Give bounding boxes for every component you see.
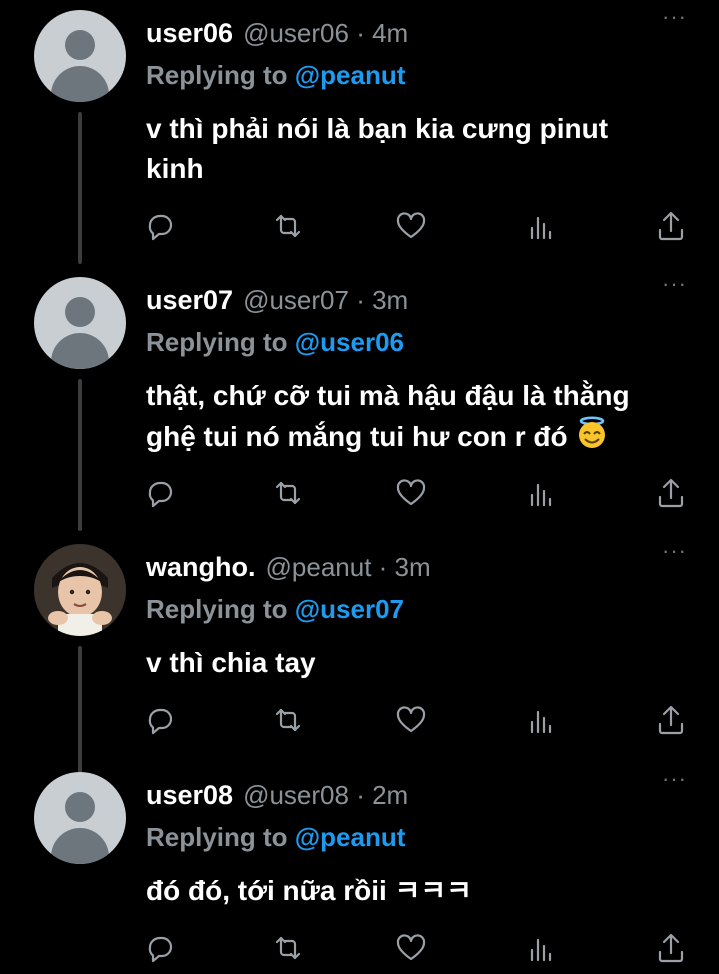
like-icon[interactable] bbox=[393, 702, 429, 738]
reply-icon[interactable] bbox=[142, 208, 178, 244]
analytics-icon[interactable] bbox=[522, 702, 558, 738]
handle-and-time[interactable]: @user06 · 4m bbox=[243, 18, 408, 49]
share-icon[interactable] bbox=[653, 930, 689, 966]
more-options-icon[interactable]: ··· bbox=[662, 766, 687, 792]
handle-and-time[interactable]: @user08 · 2m bbox=[243, 780, 408, 811]
share-icon[interactable] bbox=[653, 475, 689, 511]
mention-link[interactable]: @peanut bbox=[295, 822, 406, 852]
share-icon[interactable] bbox=[653, 702, 689, 738]
analytics-icon[interactable] bbox=[522, 930, 558, 966]
tweet-text: v thì chia tay bbox=[146, 647, 316, 678]
tweet-text: đó đó, tới nữa rồii ㅋㅋㅋ bbox=[146, 875, 472, 906]
mention-link[interactable]: @user06 bbox=[295, 327, 404, 357]
replying-to: Replying to @peanut bbox=[146, 60, 406, 90]
reply-icon[interactable] bbox=[142, 702, 178, 738]
replying-to: Replying to @user07 bbox=[146, 594, 404, 624]
tweet-actions bbox=[0, 475, 719, 515]
display-name[interactable]: user06 bbox=[146, 18, 233, 49]
share-icon[interactable] bbox=[653, 208, 689, 244]
retweet-icon[interactable] bbox=[270, 930, 306, 966]
smiling-face-with-halo-emoji bbox=[575, 416, 609, 461]
display-name[interactable]: user07 bbox=[146, 285, 233, 316]
like-icon[interactable] bbox=[393, 475, 429, 511]
analytics-icon[interactable] bbox=[522, 208, 558, 244]
display-name[interactable]: user08 bbox=[146, 780, 233, 811]
avatar[interactable] bbox=[34, 772, 126, 864]
replying-to: Replying to @peanut bbox=[146, 822, 406, 852]
mention-link[interactable]: @peanut bbox=[295, 60, 406, 90]
reply-icon[interactable] bbox=[142, 930, 178, 966]
more-options-icon[interactable]: ··· bbox=[662, 538, 687, 564]
like-icon[interactable] bbox=[393, 930, 429, 966]
tweet-actions bbox=[0, 930, 719, 970]
more-options-icon[interactable]: ··· bbox=[662, 4, 687, 30]
retweet-icon[interactable] bbox=[270, 475, 306, 511]
avatar[interactable] bbox=[34, 277, 126, 369]
analytics-icon[interactable] bbox=[522, 475, 558, 511]
handle-and-time[interactable]: @peanut · 3m bbox=[266, 552, 431, 583]
profile-photo bbox=[34, 544, 126, 636]
display-name[interactable]: wangho. bbox=[146, 552, 256, 583]
replying-to: Replying to @user06 bbox=[146, 327, 404, 357]
tweet-text: thật, chứ cỡ tui mà hậu đậu là thằng ghệ… bbox=[146, 376, 706, 461]
avatar[interactable] bbox=[34, 10, 126, 102]
avatar[interactable] bbox=[34, 544, 126, 636]
retweet-icon[interactable] bbox=[270, 208, 306, 244]
handle-and-time[interactable]: @user07 · 3m bbox=[243, 285, 408, 316]
like-icon[interactable] bbox=[393, 208, 429, 244]
reply-icon[interactable] bbox=[142, 475, 178, 511]
tweet-text: v thì phải nói là bạn kia cưng pinut kin… bbox=[146, 113, 609, 184]
more-options-icon[interactable]: ··· bbox=[662, 271, 687, 297]
tweet-actions bbox=[0, 702, 719, 742]
retweet-icon[interactable] bbox=[270, 702, 306, 738]
mention-link[interactable]: @user07 bbox=[295, 594, 404, 624]
tweet-actions bbox=[0, 208, 719, 248]
